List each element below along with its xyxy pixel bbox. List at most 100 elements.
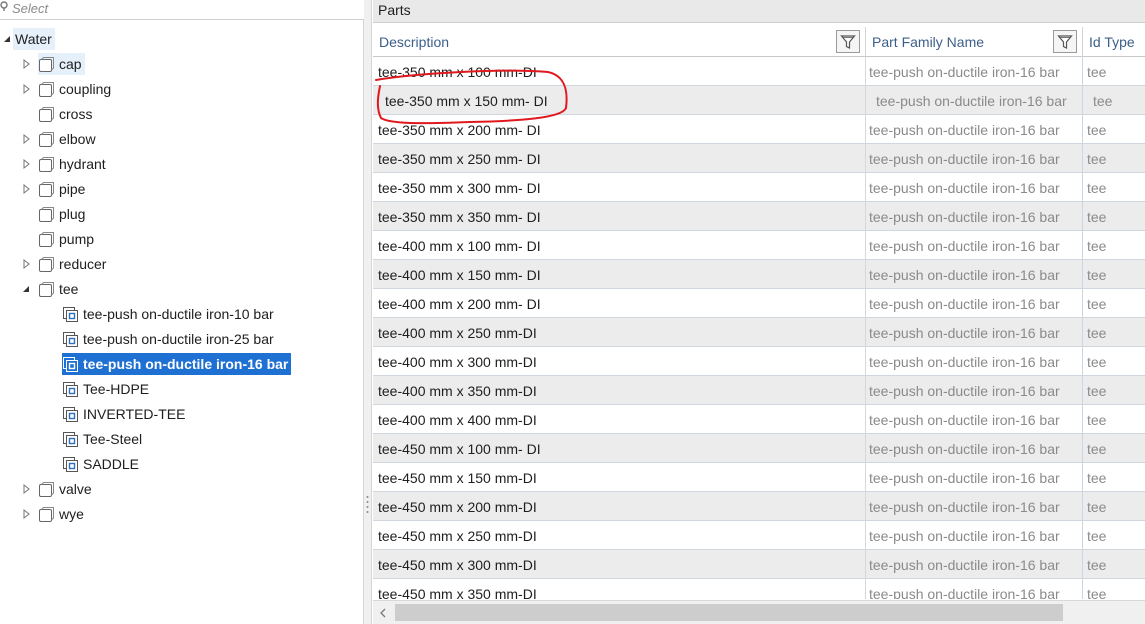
id-type-cell: tee — [1087, 150, 1107, 167]
tree-node-pipe[interactable]: pipe — [0, 178, 88, 200]
collapsed-arrow-icon[interactable] — [21, 133, 31, 145]
tree-node-label: pump — [59, 231, 95, 247]
tree-node-pump[interactable]: pump — [0, 228, 97, 250]
tree-node-tee-hdpe[interactable]: Tee-HDPE — [0, 378, 152, 400]
collapsed-arrow-icon[interactable] — [21, 158, 31, 170]
tree-node-label: hydrant — [59, 156, 106, 172]
description-cell: tee-350 mm x 250 mm- DI — [373, 144, 866, 173]
column-header-description[interactable]: Description — [373, 27, 866, 57]
tree-node-valve[interactable]: valve — [0, 478, 95, 500]
part-size-icon — [63, 356, 78, 372]
part-family-cell: tee-push on-ductile iron-16 bar — [866, 115, 1083, 144]
part-family-cell: tee-push on-ductile iron-16 bar — [866, 318, 1083, 347]
description-cell: tee-350 mm x 300 mm- DI — [373, 173, 866, 202]
part-size-icon — [63, 306, 78, 322]
tree-node-water[interactable]: Water — [0, 28, 55, 50]
description-filter-button[interactable] — [836, 30, 860, 53]
search-input[interactable] — [12, 0, 352, 16]
tree-node-tee-push-on-ductile-iron-10-bar[interactable]: tee-push on-ductile iron-10 bar — [0, 303, 277, 325]
collapsed-arrow-icon[interactable] — [21, 483, 31, 495]
table-row[interactable]: tee-450 mm x 100 mm- DI tee-push on-ducti… — [373, 434, 1145, 463]
part-family-icon — [39, 481, 54, 497]
parts-panel: Parts Description Part Family Name Id Ty… — [373, 0, 1145, 624]
expanded-arrow-icon[interactable] — [21, 283, 31, 295]
collapsed-arrow-icon[interactable] — [21, 83, 31, 95]
search-icon — [0, 1, 8, 11]
column-header-label: Part Family Name — [872, 34, 985, 50]
part-family-cell: tee-push on-ductile iron-16 bar — [866, 86, 1083, 115]
id-type-cell: tee — [1087, 382, 1107, 399]
part-family-cell: tee-push on-ductile iron-16 bar — [866, 289, 1083, 318]
description-cell: tee-400 mm x 150 mm- DI — [373, 260, 866, 289]
part-family-filter-button[interactable] — [1053, 30, 1077, 53]
filter-icon — [1057, 34, 1073, 49]
id-type-cell: tee — [1087, 440, 1107, 457]
collapsed-arrow-icon[interactable] — [21, 258, 31, 270]
table-row[interactable]: tee-450 mm x 300 mm-DI tee-push on-ductil… — [373, 550, 1145, 579]
part-family-icon — [39, 81, 54, 97]
tree-node-cap[interactable]: cap — [0, 53, 85, 75]
table-row[interactable]: tee-450 mm x 150 mm-DI tee-push on-ductil… — [373, 463, 1145, 492]
table-row[interactable]: tee-450 mm x 200 mm-DI tee-push on-ductil… — [373, 492, 1145, 521]
part-family-icon — [39, 281, 54, 297]
tree-node-label: cross — [59, 106, 93, 122]
part-family-cell: tee-push on-ductile iron-16 bar — [866, 492, 1083, 521]
tree-node-hydrant[interactable]: hydrant — [0, 153, 109, 175]
collapsed-arrow-icon[interactable] — [21, 508, 31, 520]
description-cell: tee-400 mm x 400 mm-DI — [373, 405, 866, 434]
table-row[interactable]: tee-350 mm x 350 mm- DI tee-push on-ducti… — [373, 202, 1145, 231]
splitter-grip-icon[interactable] — [366, 494, 369, 516]
part-family-cell: tee-push on-ductile iron-16 bar — [866, 57, 1083, 86]
scrollbar-thumb[interactable] — [395, 604, 1063, 621]
table-row[interactable]: tee-400 mm x 250 mm-DI tee-push on-ductil… — [373, 318, 1145, 347]
part-family-icon — [39, 256, 54, 272]
table-row[interactable]: tee-400 mm x 150 mm- DI tee-push on-ducti… — [373, 260, 1145, 289]
tree-node-label: Water — [15, 31, 52, 47]
scroll-left-arrow-icon[interactable] — [377, 606, 389, 620]
tree-node-label: elbow — [59, 131, 96, 147]
collapsed-arrow-icon[interactable] — [21, 183, 31, 195]
tree-node-tee-steel[interactable]: Tee-Steel — [0, 428, 145, 450]
table-row[interactable]: tee-400 mm x 300 mm-DI tee-push on-ductil… — [373, 347, 1145, 376]
id-type-cell: tee — [1087, 498, 1107, 515]
tree-node-tee[interactable]: tee — [0, 278, 81, 300]
part-family-icon — [39, 106, 54, 122]
tree-node-plug[interactable]: plug — [0, 203, 88, 225]
table-row[interactable]: tee-350 mm x 250 mm- DI tee-push on-ducti… — [373, 144, 1145, 173]
expanded-arrow-icon[interactable] — [2, 33, 12, 45]
tree-node-tee-push-on-ductile-iron-16-bar[interactable]: tee-push on-ductile iron-16 bar — [0, 353, 292, 375]
tree-node-inverted-tee[interactable]: INVERTED-TEE — [0, 403, 188, 425]
tree-node-elbow[interactable]: elbow — [0, 128, 99, 150]
tree-node-wye[interactable]: wye — [0, 503, 87, 525]
table-row[interactable]: tee-350 mm x 150 mm- DI tee-push on-ducti… — [373, 86, 1145, 115]
table-row[interactable]: tee-350 mm x 300 mm- DI tee-push on-ducti… — [373, 173, 1145, 202]
collapsed-arrow-icon[interactable] — [21, 58, 31, 70]
tree-node-saddle[interactable]: SADDLE — [0, 453, 142, 475]
table-row[interactable]: tee-450 mm x 350 mm-DI tee-push on-ductil… — [373, 579, 1145, 599]
table-row[interactable]: tee-400 mm x 100 mm- DI tee-push on-ducti… — [373, 231, 1145, 260]
description-cell: tee-350 mm x 350 mm- DI — [373, 202, 866, 231]
table-row[interactable]: tee-350 mm x 100 mm-DI tee-push on-ductil… — [373, 57, 1145, 86]
part-size-icon — [63, 456, 78, 472]
table-row[interactable]: tee-400 mm x 350 mm-DI tee-push on-ductil… — [373, 376, 1145, 405]
part-family-cell: tee-push on-ductile iron-16 bar — [866, 434, 1083, 463]
tree-node-label: tee-push on-ductile iron-10 bar — [83, 306, 274, 322]
tree-node-label: coupling — [59, 81, 112, 97]
table-row[interactable]: tee-450 mm x 250 mm-DI tee-push on-ductil… — [373, 521, 1145, 550]
table-row[interactable]: tee-350 mm x 200 mm- DI tee-push on-ducti… — [373, 115, 1145, 144]
part-family-icon — [39, 206, 54, 222]
tree-node-reducer[interactable]: reducer — [0, 253, 109, 275]
id-type-cell: tee — [1087, 295, 1107, 312]
id-type-cell: tee — [1087, 411, 1107, 428]
id-type-cell: tee — [1087, 324, 1107, 341]
pane-splitter[interactable] — [364, 0, 372, 624]
column-header-part-family-name[interactable]: Part Family Name — [866, 27, 1083, 57]
tree-node-coupling[interactable]: coupling — [0, 78, 114, 100]
horizontal-scrollbar[interactable] — [373, 600, 1145, 624]
table-row[interactable]: tee-400 mm x 200 mm- DI tee-push on-ducti… — [373, 289, 1145, 318]
table-row[interactable]: tee-400 mm x 400 mm-DI tee-push on-ductil… — [373, 405, 1145, 434]
tree-node-cross[interactable]: cross — [0, 103, 95, 125]
column-header-id-type[interactable]: Id Type — [1083, 27, 1145, 57]
tree-node-tee-push-on-ductile-iron-25-bar[interactable]: tee-push on-ductile iron-25 bar — [0, 328, 277, 350]
part-family-cell: tee-push on-ductile iron-16 bar — [866, 550, 1083, 579]
